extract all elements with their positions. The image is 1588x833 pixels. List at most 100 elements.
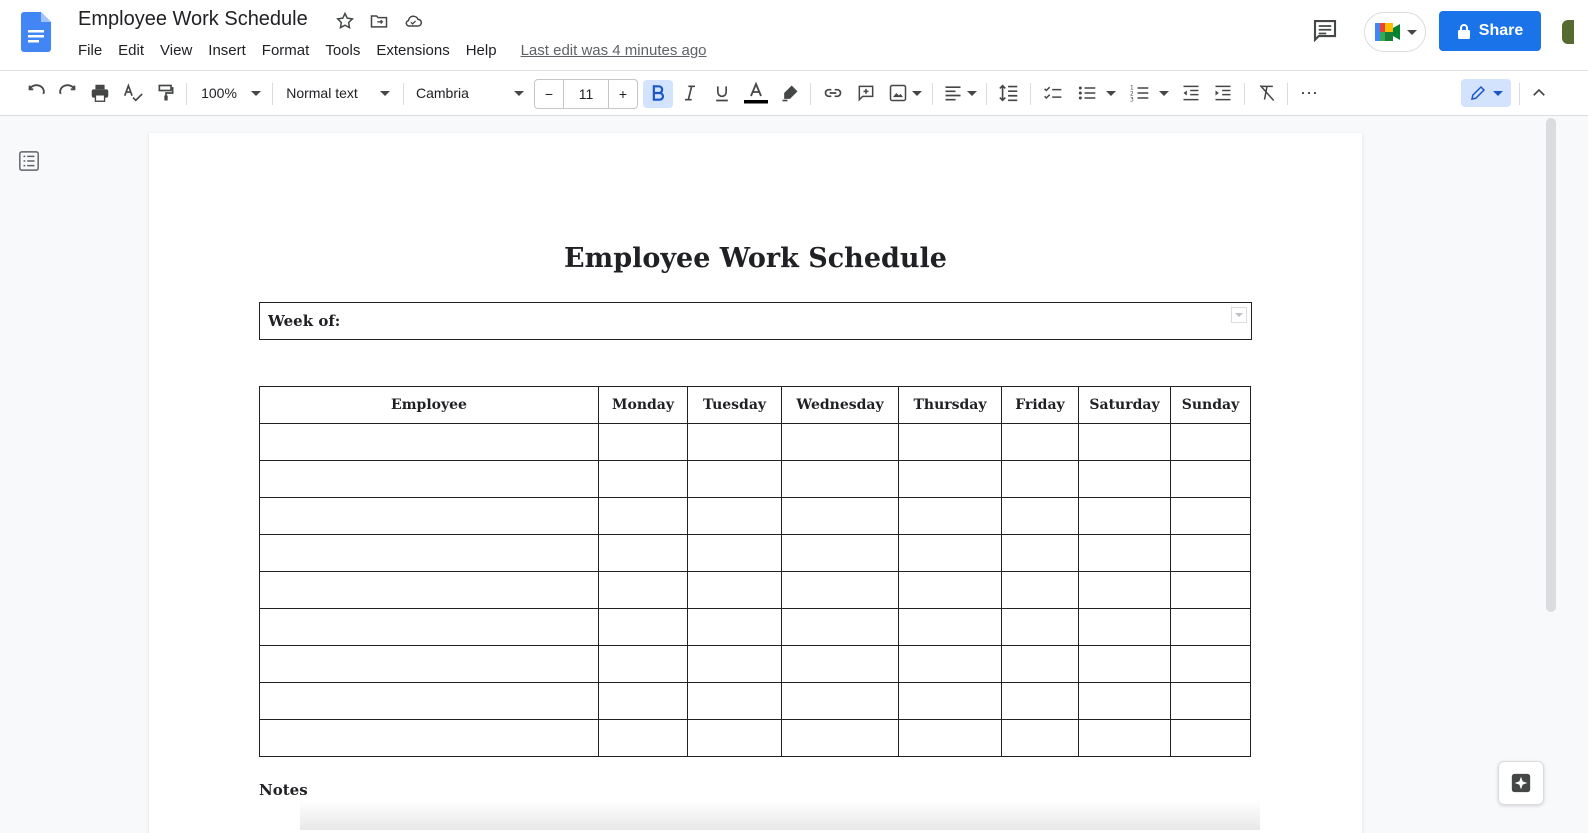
table-cell[interactable] bbox=[1170, 682, 1251, 720]
table-cell[interactable] bbox=[1001, 460, 1079, 498]
dropdown-chip-icon[interactable] bbox=[1231, 307, 1247, 323]
menu-edit[interactable]: Edit bbox=[110, 40, 152, 61]
table-cell[interactable] bbox=[1001, 423, 1079, 461]
decrease-indent-icon[interactable] bbox=[1178, 81, 1204, 105]
table-cell[interactable] bbox=[898, 645, 1002, 683]
table-cell[interactable] bbox=[259, 497, 599, 535]
cloud-saved-icon[interactable] bbox=[402, 10, 424, 32]
header-sunday[interactable]: Sunday bbox=[1170, 386, 1251, 424]
bulleted-list-icon[interactable] bbox=[1074, 81, 1118, 105]
table-cell[interactable] bbox=[1001, 497, 1079, 535]
table-cell[interactable] bbox=[781, 423, 899, 461]
table-cell[interactable] bbox=[259, 682, 599, 720]
align-icon[interactable] bbox=[942, 81, 978, 105]
header-tuesday[interactable]: Tuesday bbox=[687, 386, 782, 424]
table-cell[interactable] bbox=[898, 719, 1002, 757]
table-cell[interactable] bbox=[1078, 423, 1171, 461]
font-size-input[interactable]: 11 bbox=[564, 80, 609, 108]
zoom-select[interactable]: 100% bbox=[196, 81, 266, 105]
table-cell[interactable] bbox=[687, 719, 782, 757]
table-cell[interactable] bbox=[1078, 460, 1171, 498]
docs-logo-icon[interactable] bbox=[21, 12, 51, 52]
table-cell[interactable] bbox=[1170, 571, 1251, 609]
table-cell[interactable] bbox=[898, 608, 1002, 646]
table-cell[interactable] bbox=[781, 682, 899, 720]
table-cell[interactable] bbox=[259, 645, 599, 683]
menu-view[interactable]: View bbox=[152, 40, 200, 61]
link-icon[interactable] bbox=[820, 81, 846, 105]
table-cell[interactable] bbox=[598, 645, 688, 683]
table-cell[interactable] bbox=[1001, 534, 1079, 572]
table-cell[interactable] bbox=[898, 497, 1002, 535]
table-cell[interactable] bbox=[687, 460, 782, 498]
header-thursday[interactable]: Thursday bbox=[898, 386, 1002, 424]
notes-label[interactable]: Notes bbox=[259, 781, 308, 799]
share-button[interactable]: Share bbox=[1439, 11, 1541, 51]
menu-file[interactable]: File bbox=[70, 40, 110, 61]
menu-help[interactable]: Help bbox=[458, 40, 505, 61]
table-cell[interactable] bbox=[781, 608, 899, 646]
table-cell[interactable] bbox=[1001, 608, 1079, 646]
underline-icon[interactable] bbox=[710, 81, 734, 105]
line-spacing-icon[interactable] bbox=[996, 81, 1022, 105]
decrease-font-size-button[interactable]: − bbox=[535, 80, 564, 108]
header-friday[interactable]: Friday bbox=[1001, 386, 1079, 424]
menu-format[interactable]: Format bbox=[254, 40, 318, 61]
table-cell[interactable] bbox=[259, 460, 599, 498]
table-cell[interactable] bbox=[1078, 719, 1171, 757]
print-icon[interactable] bbox=[88, 81, 112, 105]
document-heading[interactable]: Employee Work Schedule bbox=[149, 243, 1362, 274]
paint-format-icon[interactable] bbox=[154, 81, 178, 105]
document-outline-icon[interactable] bbox=[18, 150, 40, 172]
table-cell[interactable] bbox=[598, 682, 688, 720]
table-cell[interactable] bbox=[598, 719, 688, 757]
undo-icon[interactable] bbox=[24, 81, 48, 105]
table-cell[interactable] bbox=[781, 645, 899, 683]
table-cell[interactable] bbox=[598, 423, 688, 461]
meet-button[interactable] bbox=[1364, 12, 1426, 52]
table-cell[interactable] bbox=[1078, 608, 1171, 646]
checklist-icon[interactable] bbox=[1040, 81, 1066, 105]
header-saturday[interactable]: Saturday bbox=[1078, 386, 1171, 424]
increase-font-size-button[interactable]: + bbox=[609, 80, 637, 108]
table-cell[interactable] bbox=[898, 423, 1002, 461]
vertical-scrollbar[interactable] bbox=[1546, 118, 1556, 612]
table-cell[interactable] bbox=[1170, 645, 1251, 683]
table-cell[interactable] bbox=[781, 534, 899, 572]
table-cell[interactable] bbox=[1170, 534, 1251, 572]
table-cell[interactable] bbox=[898, 534, 1002, 572]
table-cell[interactable] bbox=[259, 608, 599, 646]
bold-icon[interactable] bbox=[646, 81, 670, 105]
table-cell[interactable] bbox=[687, 608, 782, 646]
numbered-list-icon[interactable]: 123 bbox=[1126, 81, 1172, 105]
redo-icon[interactable] bbox=[56, 81, 80, 105]
editing-mode-button[interactable] bbox=[1461, 79, 1511, 107]
move-folder-icon[interactable] bbox=[368, 10, 390, 32]
table-cell[interactable] bbox=[687, 423, 782, 461]
table-cell[interactable] bbox=[687, 497, 782, 535]
header-wednesday[interactable]: Wednesday bbox=[781, 386, 899, 424]
table-cell[interactable] bbox=[1170, 497, 1251, 535]
table-cell[interactable] bbox=[1078, 497, 1171, 535]
table-cell[interactable] bbox=[1170, 719, 1251, 757]
table-cell[interactable] bbox=[1001, 645, 1079, 683]
table-cell[interactable] bbox=[1170, 460, 1251, 498]
table-cell[interactable] bbox=[781, 719, 899, 757]
table-cell[interactable] bbox=[687, 682, 782, 720]
table-cell[interactable] bbox=[898, 571, 1002, 609]
table-cell[interactable] bbox=[1001, 571, 1079, 609]
table-cell[interactable] bbox=[781, 571, 899, 609]
text-color-icon[interactable] bbox=[742, 81, 770, 105]
add-comment-icon[interactable] bbox=[854, 81, 878, 105]
table-cell[interactable] bbox=[1001, 719, 1079, 757]
spellcheck-icon[interactable] bbox=[120, 81, 146, 105]
table-cell[interactable] bbox=[1078, 534, 1171, 572]
header-employee[interactable]: Employee bbox=[259, 386, 599, 424]
header-monday[interactable]: Monday bbox=[598, 386, 688, 424]
table-cell[interactable] bbox=[259, 423, 599, 461]
explore-button[interactable] bbox=[1498, 761, 1544, 805]
table-cell[interactable] bbox=[1170, 608, 1251, 646]
clear-formatting-icon[interactable] bbox=[1254, 81, 1280, 105]
insert-image-icon[interactable] bbox=[886, 81, 924, 105]
table-cell[interactable] bbox=[598, 534, 688, 572]
